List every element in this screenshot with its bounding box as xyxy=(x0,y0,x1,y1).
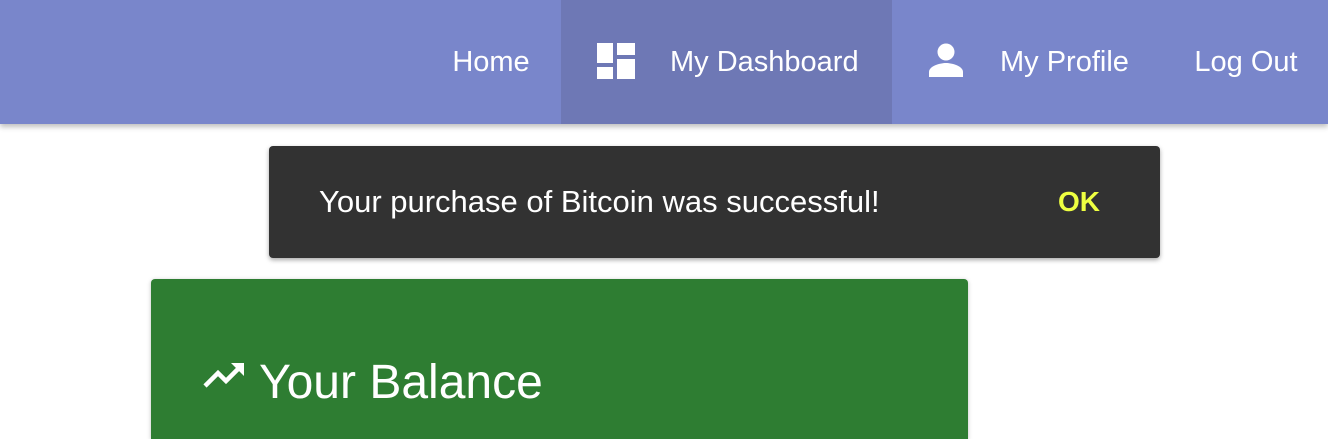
snackbar-message: Your purchase of Bitcoin was successful! xyxy=(319,184,880,219)
nav-my-dashboard[interactable]: My Dashboard xyxy=(561,0,892,124)
nav-home-label: Home xyxy=(452,45,530,78)
balance-card-title: Your Balance xyxy=(259,356,543,409)
nav-my-dashboard-label: My Dashboard xyxy=(670,46,859,78)
dashboard-icon xyxy=(597,43,635,87)
top-navigation-bar: Home My Dashboard My Profile Log Out xyxy=(0,0,1328,124)
nav-my-profile-label: My Profile xyxy=(1000,46,1129,78)
nav-log-out[interactable]: Log Out xyxy=(1164,0,1328,124)
nav-home[interactable]: Home xyxy=(421,0,561,124)
snackbar-ok-button[interactable]: OK xyxy=(1058,146,1100,258)
nav-log-out-label: Log Out xyxy=(1194,45,1298,78)
balance-card: Your Balance xyxy=(151,279,968,439)
trending-up-icon xyxy=(203,362,245,393)
nav-my-profile[interactable]: My Profile xyxy=(892,0,1164,124)
success-snackbar: Your purchase of Bitcoin was successful!… xyxy=(269,146,1160,258)
person-icon xyxy=(929,43,963,85)
